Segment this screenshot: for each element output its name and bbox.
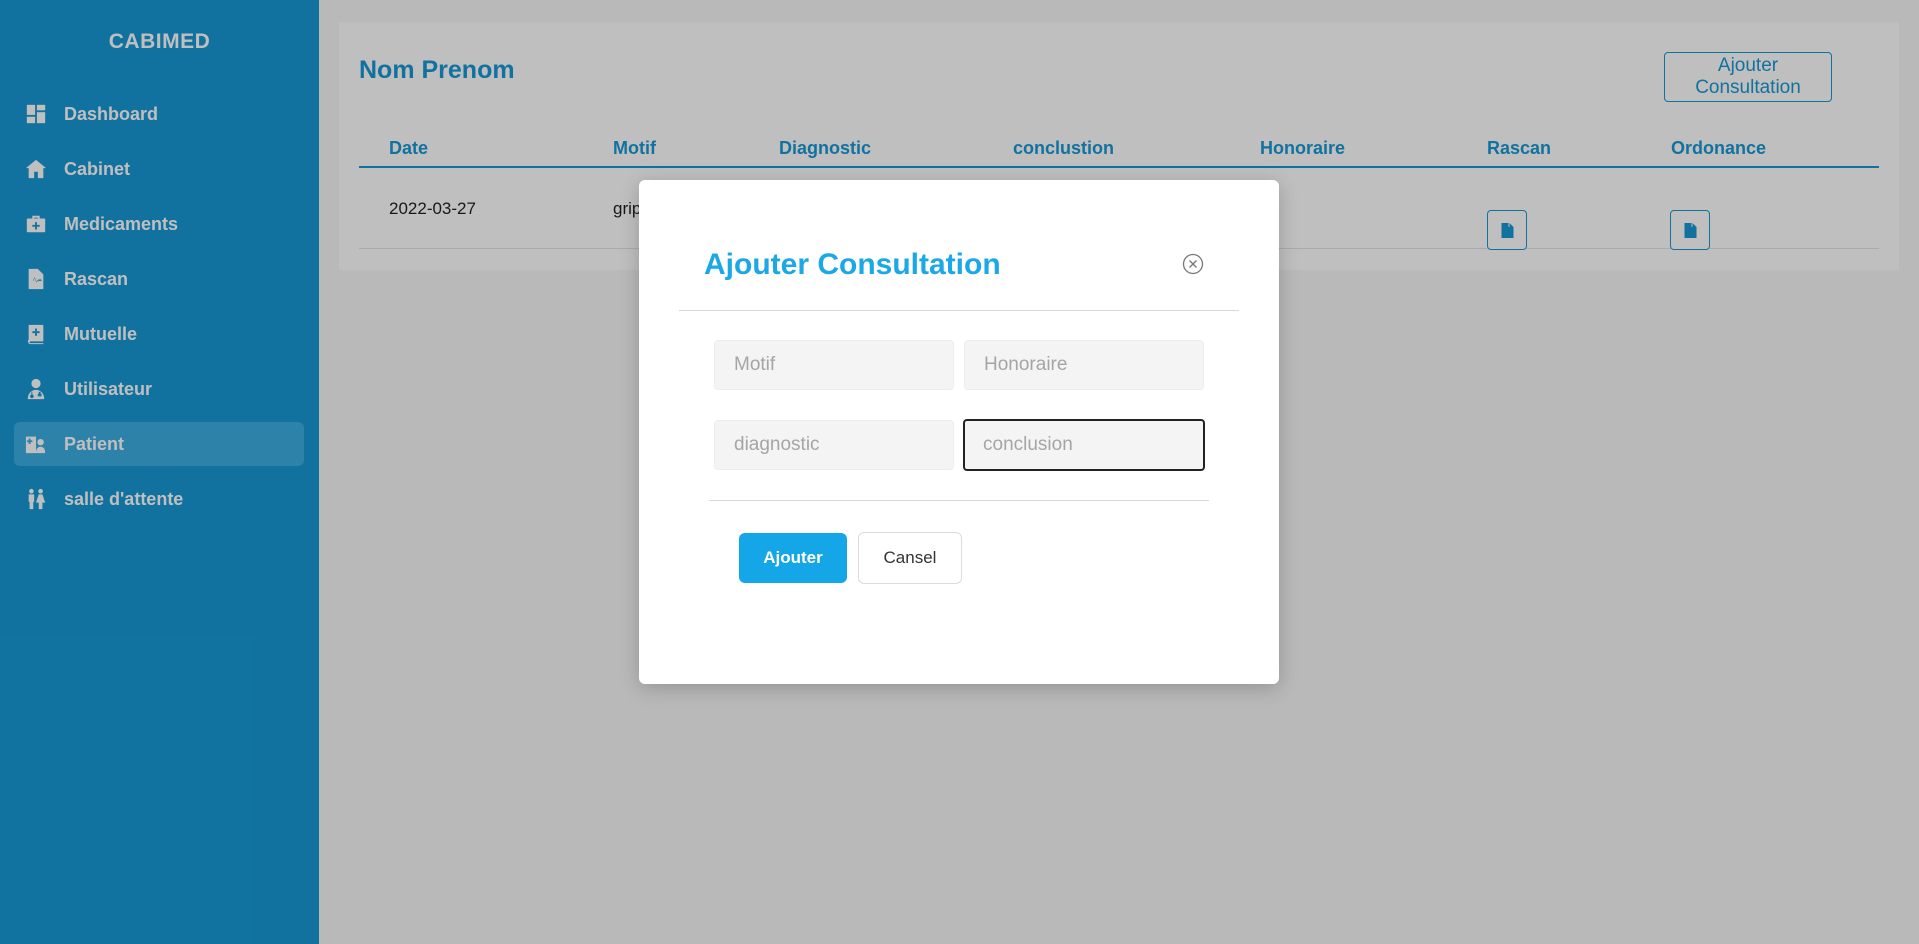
close-icon[interactable] bbox=[1182, 253, 1204, 275]
ajouter-button[interactable]: Ajouter bbox=[739, 533, 847, 583]
modal-divider bbox=[679, 310, 1239, 311]
conclusion-field[interactable] bbox=[963, 419, 1205, 471]
motif-field[interactable] bbox=[714, 340, 954, 390]
modal-divider bbox=[709, 500, 1209, 501]
modal-title: Ajouter Consultation bbox=[704, 248, 1001, 281]
diagnostic-field[interactable] bbox=[714, 420, 954, 470]
add-consultation-modal: Ajouter Consultation Ajouter Cansel bbox=[639, 180, 1279, 684]
cancel-button[interactable]: Cansel bbox=[858, 532, 962, 584]
honoraire-field[interactable] bbox=[964, 340, 1204, 390]
